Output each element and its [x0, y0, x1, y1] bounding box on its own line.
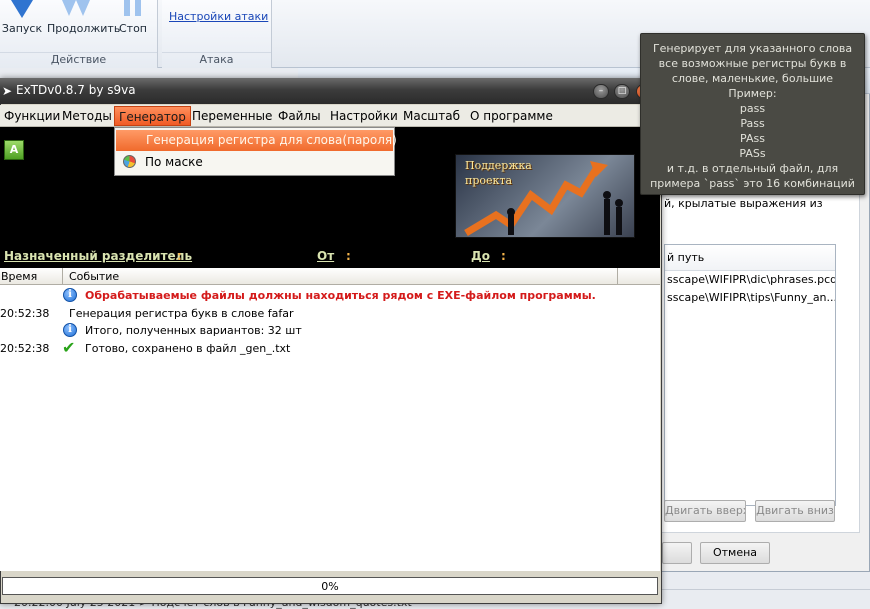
- tooltip-line: PAss: [740, 132, 765, 145]
- move-down-button[interactable]: Двигать вниз: [755, 500, 835, 522]
- menu-functions[interactable]: Функции: [0, 106, 64, 126]
- progress-bar: 0%: [2, 577, 658, 595]
- maximize-icon[interactable]: □: [614, 84, 630, 99]
- file-list-header[interactable]: й путь: [665, 245, 835, 271]
- to-link[interactable]: До: [471, 249, 490, 263]
- log-message: Генерация регистра букв в слове fafar: [69, 307, 294, 320]
- checkmark-icon: ✔: [62, 338, 76, 357]
- continue-button-label: Продолжить: [47, 22, 121, 35]
- progress-label: 0%: [321, 580, 339, 593]
- tooltip-line: все возможные регистры букв в: [658, 57, 847, 70]
- ribbon-group-attack: Настройки атаки Атака: [162, 0, 272, 68]
- app-arrow-icon: ➤: [2, 84, 13, 98]
- log-row[interactable]: i Обрабатываемые файлы должны находиться…: [0, 287, 660, 305]
- start-button[interactable]: Запуск: [0, 0, 50, 50]
- ribbon-group-action: Запуск Продолжить Стоп Действие: [0, 0, 158, 68]
- menu-methods[interactable]: Методы: [58, 106, 116, 126]
- menu-item-by-mask-label: По маске: [145, 155, 203, 169]
- separator-link[interactable]: Назначенный разделитель: [4, 249, 192, 263]
- tooltip-line: PASs: [739, 147, 766, 160]
- separator-colon: :: [177, 249, 182, 263]
- menu-settings[interactable]: Настройки: [326, 106, 402, 126]
- stop-button-label: Стоп: [118, 22, 147, 35]
- window-title: ExTDv0.8.7 by s9va: [16, 83, 136, 97]
- a-button[interactable]: A: [4, 140, 24, 160]
- stop-button[interactable]: Стоп: [106, 0, 160, 50]
- continue-button[interactable]: Продолжить: [47, 0, 121, 50]
- log-time: 20:52:38: [0, 307, 50, 320]
- from-link[interactable]: От: [317, 249, 334, 263]
- tooltip-line: pass: [739, 102, 766, 115]
- column-divider[interactable]: [617, 268, 618, 285]
- menu-about[interactable]: О программе: [466, 106, 557, 126]
- pause-icon: [124, 0, 141, 16]
- info-icon: i: [63, 323, 77, 337]
- minimize-icon[interactable]: –: [593, 84, 609, 99]
- move-up-button[interactable]: Двигать вверх: [664, 500, 746, 522]
- from-colon: :: [346, 249, 351, 263]
- column-header-time[interactable]: Время: [1, 270, 37, 283]
- start-button-label: Запуск: [1, 22, 43, 35]
- log-row[interactable]: 20:52:38 ✔ Готово, сохранено в файл _gen…: [0, 340, 660, 358]
- tooltip-line: и т.д. в отдельный файл, для: [666, 162, 839, 175]
- menu-variables[interactable]: Переменные: [188, 106, 276, 126]
- menu-item-case-generation-label: Генерация регистра для слова(пароля): [146, 133, 397, 147]
- ok-button[interactable]: [662, 542, 692, 564]
- file-list-row[interactable]: sscape\WIFIPR\tips\Funny_an...: [665, 289, 835, 307]
- tooltip-line: Pass: [740, 117, 765, 130]
- info-icon: i: [63, 288, 77, 302]
- support-banner-text: Поддержка проекта: [465, 159, 532, 187]
- action-group-title: Действие: [0, 52, 157, 66]
- pie-chart-icon: [123, 155, 136, 168]
- file-list-row[interactable]: sscape\WIFIPR\dic\phrases.pcd: [665, 271, 835, 289]
- to-colon: :: [501, 249, 506, 263]
- log-time: 20:52:38: [0, 342, 50, 355]
- attack-settings-link[interactable]: Настройки атаки: [169, 10, 268, 23]
- play-icon: [11, 0, 33, 18]
- menu-generator[interactable]: Генератор: [114, 106, 191, 126]
- tooltip-line: слове, маленькие, большие: [671, 72, 834, 85]
- background-description: й, крылатые выражения из: [664, 197, 823, 210]
- menu-item-by-mask[interactable]: По маске: [116, 152, 393, 173]
- log-message: Обрабатываемые файлы должны находиться р…: [85, 289, 596, 302]
- menu-files[interactable]: Файлы: [274, 106, 325, 126]
- tooltip-line: Пример:: [728, 87, 777, 100]
- background-file-list[interactable]: й путь sscape\WIFIPR\dic\phrases.pcd ssc…: [664, 244, 836, 506]
- fast-forward-icon: [62, 0, 90, 16]
- tooltip-line: Генерирует для указанного слова: [652, 42, 853, 55]
- log-row[interactable]: i Итого, полученных вариантов: 32 шт: [0, 322, 660, 340]
- menu-scale[interactable]: Масштаб: [399, 106, 464, 126]
- tooltip-line: примера `pass` это 16 комбинаций: [650, 177, 855, 190]
- menu-item-case-generation[interactable]: Генерация регистра для слова(пароля): [116, 130, 397, 151]
- column-divider[interactable]: [62, 268, 63, 285]
- cancel-button[interactable]: Отмена: [700, 542, 770, 564]
- column-header-event[interactable]: Событие: [69, 270, 119, 283]
- log-row[interactable]: 20:52:38 Генерация регистра букв в слове…: [0, 305, 660, 323]
- log-message: Итого, полученных вариантов: 32 шт: [85, 324, 302, 337]
- log-message: Готово, сохранено в файл _gen_.txt: [85, 342, 291, 355]
- attack-group-title: Атака: [162, 52, 271, 66]
